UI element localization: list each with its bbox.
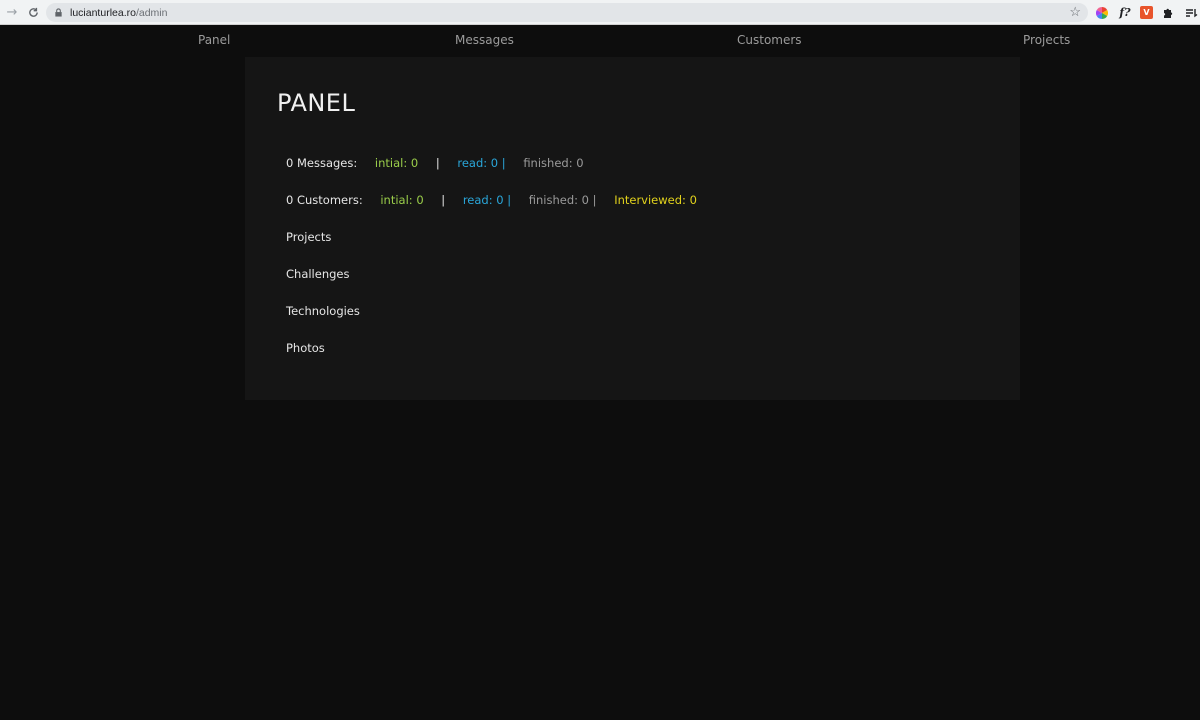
customers-count[interactable]: 0 Customers: [286,193,363,207]
nav-messages[interactable]: Messages [455,33,514,47]
messages-read[interactable]: read: 0 | [457,156,505,170]
back-icon[interactable]: → [3,3,21,21]
panel-card: PANEL 0 Messages: intial: 0 | read: 0 | … [245,57,1020,400]
nav-customers[interactable]: Customers [737,33,802,47]
lock-icon [55,8,62,17]
separator: | [435,156,440,170]
nav-panel[interactable]: Panel [198,33,230,47]
link-photos[interactable]: Photos [286,341,325,355]
url-host: lucianturlea.ro [70,6,136,19]
vpn-extension-icon[interactable]: V [1140,6,1153,19]
browser-toolbar: → lucianturlea.ro/admin ☆ f? V [0,0,1200,25]
link-challenges[interactable]: Challenges [286,267,350,281]
separator: | [441,193,446,207]
customers-finished[interactable]: finished: 0 | [529,193,597,207]
customers-summary: 0 Customers: intial: 0 | read: 0 | finis… [286,193,697,207]
url-path: /admin [135,6,168,19]
customers-interviewed[interactable]: Interviewed: 0 [614,193,697,207]
reading-list-icon[interactable] [1183,5,1199,21]
messages-finished[interactable]: finished: 0 [523,156,583,170]
messages-summary: 0 Messages: intial: 0 | read: 0 | finish… [286,156,584,170]
link-technologies[interactable]: Technologies [286,304,360,318]
color-wheel-extension-icon[interactable] [1094,5,1110,21]
customers-read[interactable]: read: 0 | [463,193,511,207]
messages-initial[interactable]: intial: 0 [375,156,418,170]
font-extension-icon[interactable]: f? [1117,5,1133,21]
page-title: PANEL [277,89,356,117]
site-navigation: Panel Messages Customers Projects [0,26,1200,56]
address-bar[interactable]: lucianturlea.ro/admin ☆ [46,3,1088,22]
link-projects[interactable]: Projects [286,230,331,244]
customers-initial[interactable]: intial: 0 [380,193,423,207]
reload-icon[interactable] [24,3,42,21]
star-icon[interactable]: ☆ [1069,4,1081,20]
messages-count[interactable]: 0 Messages: [286,156,357,170]
puzzle-extensions-icon[interactable] [1160,5,1176,21]
extension-tray: f? V [1094,4,1199,21]
nav-projects[interactable]: Projects [1023,33,1070,47]
